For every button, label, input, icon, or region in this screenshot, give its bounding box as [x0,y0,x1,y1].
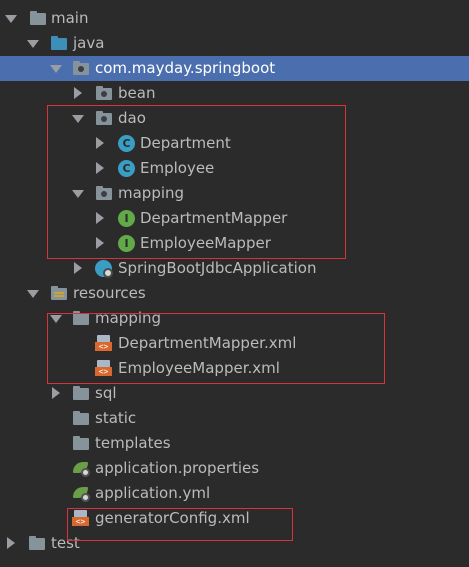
package-icon [95,185,113,202]
tree-item-department-mapper-xml[interactable]: DepartmentMapper.xml [0,331,469,356]
folder-icon [29,10,47,27]
collapse-arrow-icon[interactable] [4,531,18,556]
tree-item-label: EmployeeMapper.xml [118,359,280,377]
tree-item-mapping-folder[interactable]: mapping [0,306,469,331]
expand-arrow-icon[interactable] [71,106,85,131]
class-icon: C [118,135,135,152]
tree-item-application-properties[interactable]: application.properties [0,456,469,481]
tree-item-label: static [95,409,137,427]
tree-item-department-mapper[interactable]: I DepartmentMapper [0,206,469,231]
tree-item-employee-mapper[interactable]: I EmployeeMapper [0,231,469,256]
expand-arrow-icon[interactable] [49,306,63,331]
tree-item-test[interactable]: test [0,531,469,556]
xml-file-icon [95,335,113,352]
tree-item-templates[interactable]: templates [0,431,469,456]
tree-item-label: Department [140,134,231,152]
tree-item-label: Employee [140,159,215,177]
collapse-arrow-icon[interactable] [71,256,85,281]
tree-item-label: resources [73,284,146,302]
tree-item-label: sql [95,384,117,402]
tree-item-static[interactable]: static [0,406,469,431]
tree-item-label: application.yml [95,484,211,502]
tree-item-bean[interactable]: bean [0,81,469,106]
tree-item-generator-config[interactable]: generatorConfig.xml [0,506,469,531]
expand-arrow-icon[interactable] [71,181,85,206]
expand-arrow-icon[interactable] [4,6,18,31]
collapse-arrow-icon[interactable] [93,156,107,181]
tree-item-java[interactable]: java [0,31,469,56]
xml-file-icon [72,510,90,527]
tree-item-label: test [51,534,80,552]
tree-item-mapping-package[interactable]: mapping [0,181,469,206]
folder-icon [28,535,46,552]
tree-item-label: mapping [118,184,185,202]
interface-icon: I [118,210,135,227]
tree-item-application-class[interactable]: SpringBootJdbcApplication [0,256,469,281]
tree-item-resources[interactable]: resources [0,281,469,306]
spring-properties-icon [72,460,90,477]
collapse-arrow-icon[interactable] [49,381,63,406]
tree-item-label: java [73,34,105,52]
resources-folder-icon [50,285,68,302]
tree-item-department-class[interactable]: C Department [0,131,469,156]
tree-item-label: SpringBootJdbcApplication [118,259,317,277]
folder-icon [72,435,90,452]
tree-item-sql[interactable]: sql [0,381,469,406]
spring-boot-app-icon [95,260,113,278]
expand-arrow-icon[interactable] [49,56,63,81]
tree-item-label: generatorConfig.xml [95,509,250,527]
tree-item-label: templates [95,434,171,452]
tree-item-label: DepartmentMapper [140,209,288,227]
collapse-arrow-icon[interactable] [93,131,107,156]
folder-icon [72,310,90,327]
tree-item-package-root[interactable]: com.mayday.springboot [0,56,469,81]
package-icon [72,60,90,77]
tree-item-label: main [51,9,89,27]
expand-arrow-icon[interactable] [26,281,40,306]
tree-item-employee-class[interactable]: C Employee [0,156,469,181]
class-icon: C [118,160,135,177]
tree-item-label: DepartmentMapper.xml [118,334,297,352]
collapse-arrow-icon[interactable] [71,81,85,106]
xml-file-icon [95,360,113,377]
tree-item-dao[interactable]: dao [0,106,469,131]
tree-item-label: mapping [95,309,162,327]
folder-icon [72,410,90,427]
tree-item-label: EmployeeMapper [140,234,271,252]
source-folder-icon [50,35,68,52]
tree-item-application-yml[interactable]: application.yml [0,481,469,506]
tree-item-label: dao [118,109,146,127]
tree-item-employee-mapper-xml[interactable]: EmployeeMapper.xml [0,356,469,381]
collapse-arrow-icon[interactable] [93,206,107,231]
interface-icon: I [118,235,135,252]
folder-icon [72,385,90,402]
spring-yml-icon [72,485,90,502]
package-icon [95,85,113,102]
tree-item-label: application.properties [95,459,260,477]
tree-item-label: com.mayday.springboot [95,59,276,77]
project-tree: main java com.mayday.springboot bean dao… [0,0,469,567]
collapse-arrow-icon[interactable] [93,231,107,256]
tree-item-main[interactable]: main [0,6,469,31]
tree-item-label: bean [118,84,156,102]
package-icon [95,110,113,127]
expand-arrow-icon[interactable] [26,31,40,56]
